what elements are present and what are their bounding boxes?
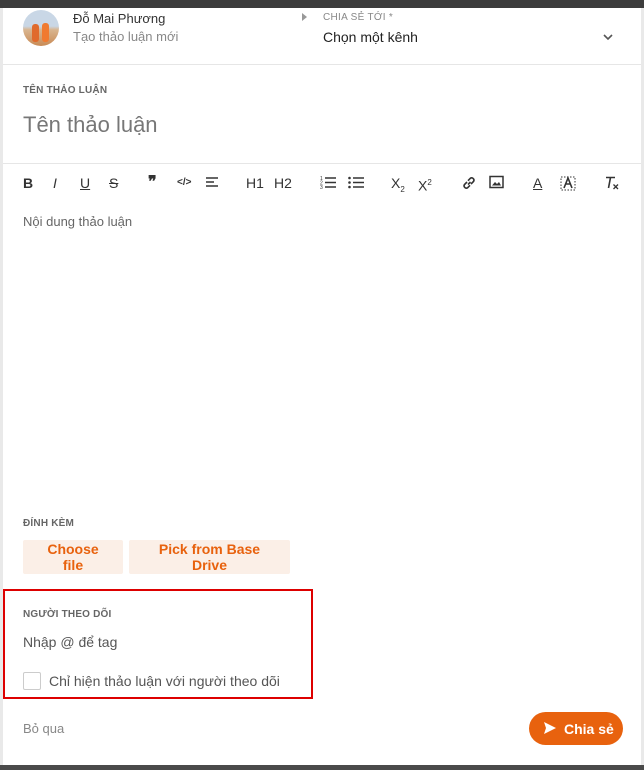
title-input[interactable] — [23, 112, 613, 138]
share-button[interactable]: Chia sẻ — [529, 712, 623, 745]
italic-button[interactable]: I — [53, 175, 57, 191]
avatar — [23, 10, 59, 46]
align-left-icon — [206, 177, 218, 187]
subscript-button[interactable]: X2 — [391, 175, 405, 198]
send-icon — [544, 722, 556, 734]
link-icon — [463, 177, 475, 189]
bold-button[interactable]: B — [23, 175, 33, 191]
link-button[interactable] — [461, 175, 477, 191]
text-color-button[interactable]: A — [533, 175, 542, 191]
highlight-color-icon — [560, 175, 576, 191]
user-name: Đỗ Mai Phương — [73, 11, 166, 26]
choose-file-button[interactable]: Choose file — [23, 540, 123, 574]
skip-link[interactable]: Bỏ qua — [23, 721, 64, 736]
quote-button[interactable]: ❞ — [148, 175, 157, 191]
ordered-list-button[interactable]: 1 2 3 — [320, 175, 336, 189]
svg-text:3: 3 — [320, 185, 323, 189]
superscript-button[interactable]: X2 — [418, 175, 432, 194]
pick-base-drive-button[interactable]: Pick from Base Drive — [129, 540, 290, 574]
channel-select[interactable]: Chọn một kênh — [323, 29, 418, 45]
heading1-button[interactable]: H1 — [246, 175, 264, 191]
superscript-label: X — [418, 177, 428, 194]
image-icon — [489, 175, 504, 189]
caret-right-icon — [302, 13, 307, 21]
clear-format-icon — [606, 176, 619, 190]
modal-header: Đỗ Mai Phương Tạo thảo luận mới CHIA SẺ … — [3, 8, 641, 65]
subscript-label: X — [391, 175, 401, 191]
chevron-down-icon[interactable] — [601, 30, 615, 44]
share-to-label: CHIA SẺ TỚI * — [323, 12, 394, 23]
image-button[interactable] — [489, 175, 504, 189]
modal-subtitle: Tạo thảo luận mới — [73, 29, 179, 44]
bullet-list-button[interactable] — [348, 175, 364, 189]
align-button[interactable] — [205, 175, 219, 189]
share-button-label: Chia sẻ — [564, 721, 614, 737]
clear-format-button[interactable] — [604, 175, 620, 191]
strikethrough-button[interactable]: S — [109, 175, 118, 191]
underline-button[interactable]: U — [80, 175, 90, 191]
editor-toolbar: B I U S ❞ </> H1 H2 1 2 3 X2 X2 A — [3, 163, 641, 202]
ordered-list-icon: 1 2 3 — [320, 176, 336, 189]
attachments-label: ĐÍNH KÈM — [23, 518, 75, 529]
highlight-button[interactable] — [560, 175, 576, 191]
content-editor[interactable] — [23, 214, 618, 494]
code-button[interactable]: </> — [177, 175, 191, 191]
followers-highlight-box — [3, 589, 313, 699]
heading2-button[interactable]: H2 — [274, 175, 292, 191]
window-top-bar — [0, 0, 644, 8]
title-label: TÊN THẢO LUẬN — [23, 85, 108, 96]
window-bottom-bar — [0, 765, 644, 770]
bullet-list-icon — [348, 176, 364, 189]
